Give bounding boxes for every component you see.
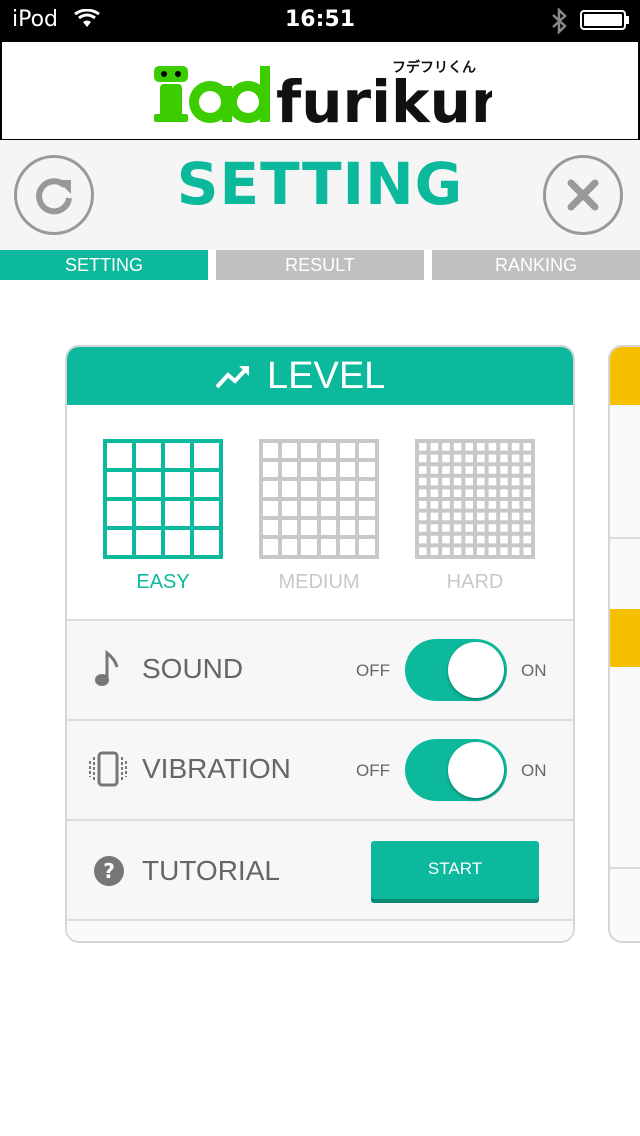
vibration-icon xyxy=(89,751,127,787)
level-options: EASY MEDIUM HARD xyxy=(67,405,573,619)
tab-ranking[interactable]: RANKING xyxy=(432,250,640,280)
sound-on-label: ON xyxy=(521,661,547,680)
vibration-row: VIBRATION OFF ON xyxy=(67,719,573,819)
toggle-knob xyxy=(448,742,504,798)
close-button[interactable] xyxy=(543,155,623,235)
vibration-label: VIBRATION xyxy=(142,753,291,784)
tutorial-start-button[interactable]: START xyxy=(371,841,539,899)
card-footer xyxy=(67,919,573,941)
vibration-off-label: OFF xyxy=(356,761,390,780)
app-banner: furikun フデフリくん xyxy=(0,40,640,141)
sound-toggle[interactable] xyxy=(405,639,507,701)
sound-label: SOUND xyxy=(142,653,244,684)
toggle-knob xyxy=(448,642,504,698)
status-bar: iPod 16:51 xyxy=(0,0,640,40)
sound-row: SOUND OFF ON xyxy=(67,619,573,719)
trend-up-icon xyxy=(215,366,249,389)
tutorial-row: ? TUTORIAL START xyxy=(67,819,573,919)
status-time: 16:51 xyxy=(284,7,356,32)
vibration-toggle[interactable] xyxy=(405,739,507,801)
peek-header-2 xyxy=(610,609,640,667)
level-title: LEVEL xyxy=(267,355,386,397)
vibration-on-label: ON xyxy=(521,761,547,780)
logo-kana: フデフリくん xyxy=(392,59,476,76)
svg-text:furikun: furikun xyxy=(276,68,492,128)
sound-off-label: OFF xyxy=(356,661,390,680)
app-logo: furikun フデフリくん xyxy=(154,59,492,128)
level-header: LEVEL xyxy=(67,347,573,405)
close-icon xyxy=(567,179,599,211)
level-easy-label[interactable]: EASY xyxy=(83,571,243,594)
battery-icon xyxy=(580,10,629,30)
bluetooth-icon xyxy=(552,8,567,34)
settings-card: LEVEL EASY MEDIUM HARD SOUND OFF ON VIBR… xyxy=(65,345,575,943)
level-hard-label[interactable]: HARD xyxy=(395,571,555,594)
tab-setting[interactable]: SETTING xyxy=(0,250,208,280)
music-note-icon xyxy=(95,649,119,686)
medium-grid-icon[interactable] xyxy=(259,439,379,559)
svg-text:?: ? xyxy=(103,859,115,883)
help-icon: ? xyxy=(94,856,124,886)
tutorial-label: TUTORIAL xyxy=(142,855,280,886)
peek-header xyxy=(610,347,640,405)
level-medium-label[interactable]: MEDIUM xyxy=(239,571,399,594)
tab-result[interactable]: RESULT xyxy=(216,250,424,280)
easy-grid-icon[interactable] xyxy=(103,439,223,559)
hard-grid-icon[interactable] xyxy=(415,439,535,559)
next-card-peek[interactable] xyxy=(608,345,640,943)
